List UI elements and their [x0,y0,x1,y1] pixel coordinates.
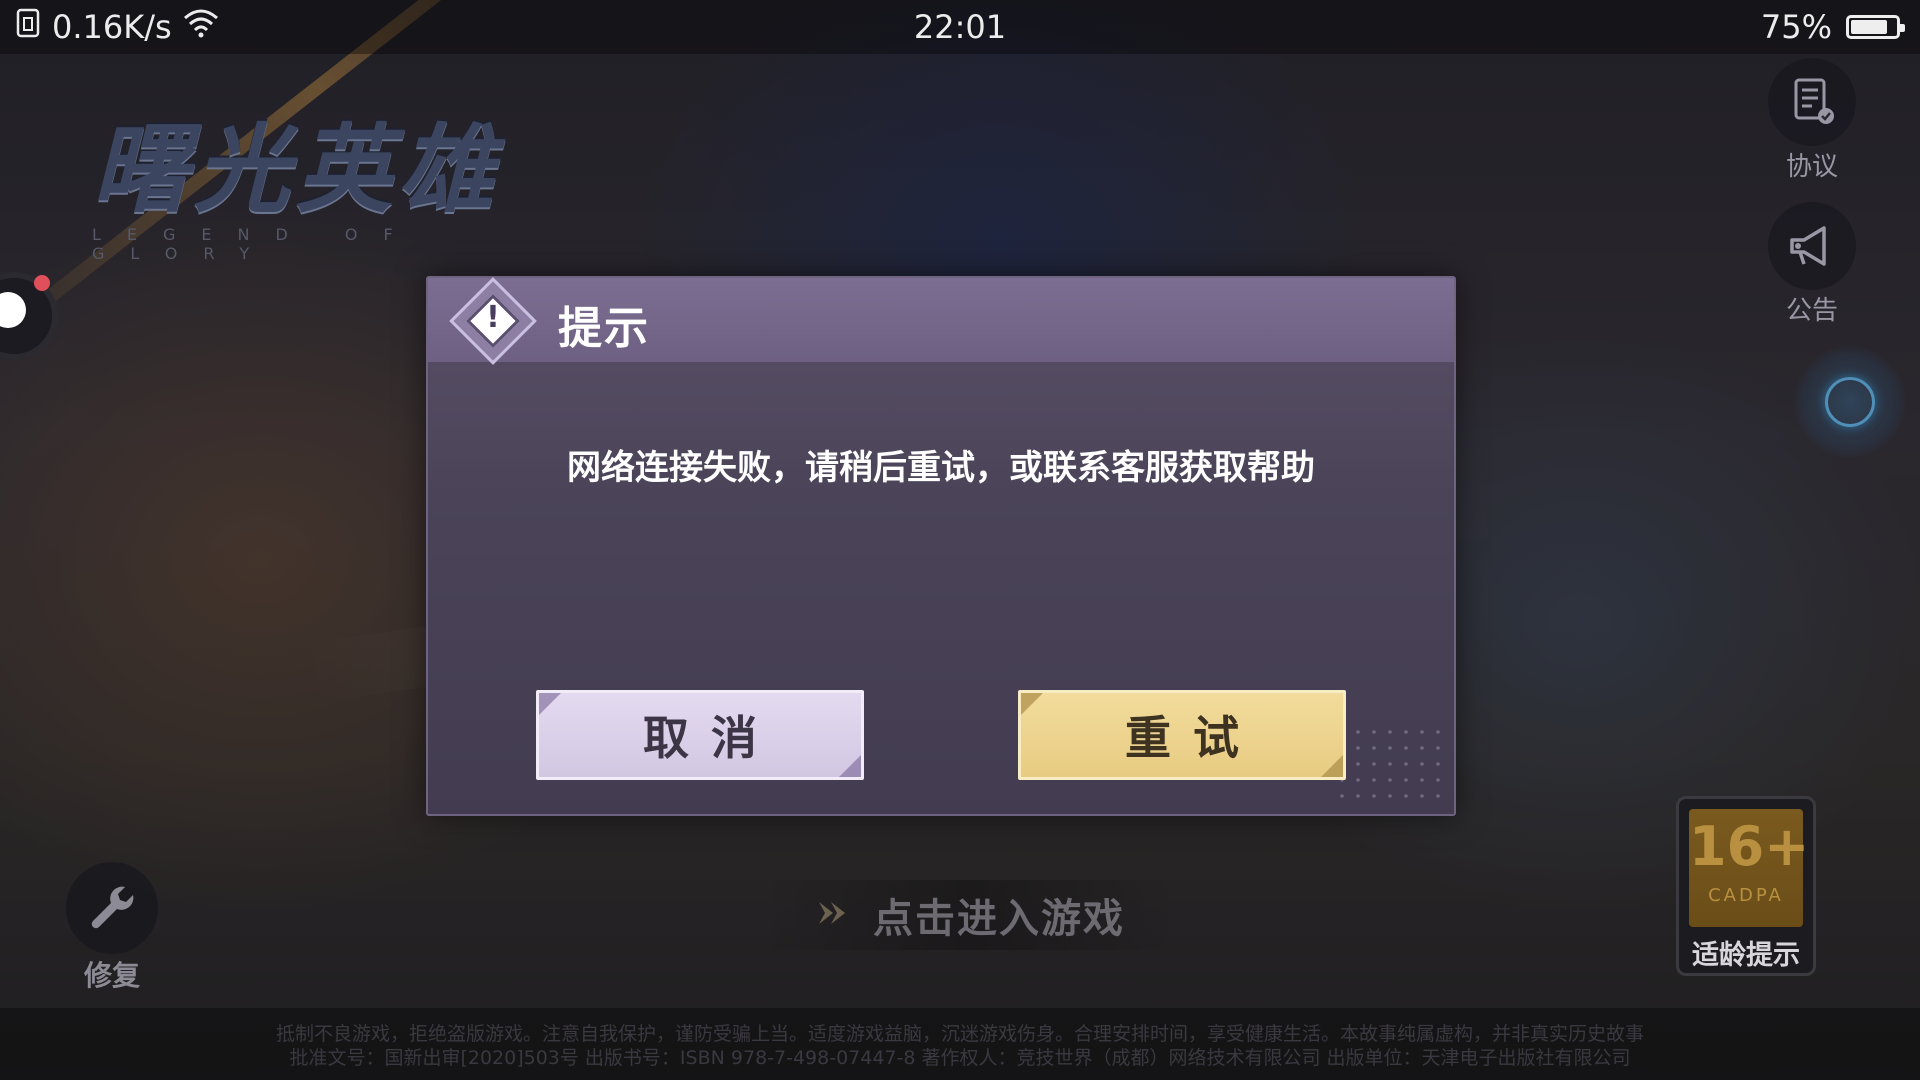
legal-line-2: 批准文号：国新出审[2020]503号 出版书号：ISBN 978-7-498-… [289,1047,1631,1069]
status-right: 75% [1760,8,1905,46]
megaphone-icon [1768,202,1856,290]
exclamation-icon: ! [486,300,500,335]
notification-dot [34,275,50,291]
age-rating: 16+ [1689,815,1810,878]
cancel-button[interactable]: 取消 [536,690,864,780]
announcement-button[interactable]: 公告 [1764,202,1860,327]
legal-footer: 抵制不良游戏，拒绝盗版游戏。注意自我保护，谨防受骗上当。适度游戏益脑，沉迷游戏伤… [0,1008,1920,1080]
wrench-icon [66,862,158,954]
arrow-right-icon [815,892,849,938]
age-rating-label: 适龄提示 [1692,940,1800,971]
enter-game-label: 点击进入游戏 [873,896,1125,942]
agreement-label: 协议 [1785,152,1838,182]
age-rating-org: CADPA [1708,885,1784,906]
clock: 22:01 [913,8,1007,46]
logo-title: 曙光英雄 [92,114,500,226]
dialog-message: 网络连接失败，请稍后重试，或联系客服获取帮助 [567,448,1315,488]
agreement-button[interactable]: 协议 [1764,58,1860,183]
status-bar: 0.16K/s 22:01 75% [0,0,1920,54]
age-rating-badge[interactable]: 16+ CADPA 适龄提示 [1676,796,1816,976]
battery-icon [1846,15,1905,39]
dialog-title: 提示 [558,303,650,354]
game-logo: 曙光英雄 LEGEND OF GLORY [92,92,592,263]
repair-label: 修复 [83,959,140,992]
announcement-label: 公告 [1785,296,1838,326]
document-icon [1768,58,1856,146]
cancel-label: 取消 [643,711,779,765]
network-error-dialog: ! 提示 网络连接失败，请稍后重试，或联系客服获取帮助 取消 重试 [426,276,1456,816]
retry-button[interactable]: 重试 [1018,690,1346,780]
logo-subtitle: LEGEND OF GLORY [92,225,419,263]
battery-percent: 75% [1760,8,1832,46]
dialog-dot-pattern [1334,724,1444,804]
legal-line-1: 抵制不良游戏，拒绝盗版游戏。注意自我保护，谨防受骗上当。适度游戏益脑，沉迷游戏伤… [275,1023,1644,1045]
enter-game-button[interactable]: 点击进入游戏 [760,880,1180,950]
repair-button[interactable]: 修复 [64,862,160,994]
skill-orb[interactable] [1794,346,1906,458]
retry-label: 重试 [1125,711,1261,765]
